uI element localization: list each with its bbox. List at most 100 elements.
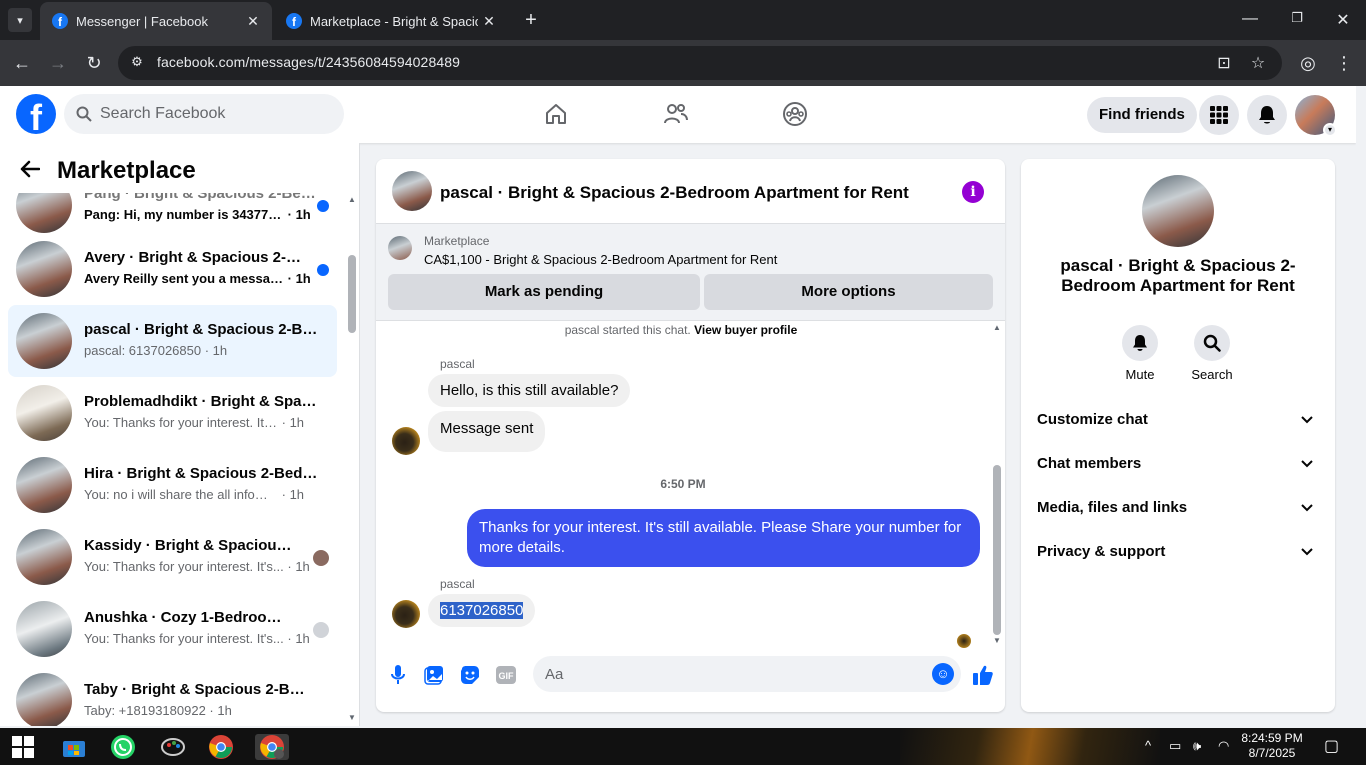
scroll-down-icon[interactable]: ▼ bbox=[348, 713, 356, 722]
mark-as-pending-button[interactable]: Mark as pending bbox=[388, 274, 700, 310]
conversation-item[interactable]: Problemadhdikt · Bright & Spacious 2-Bed… bbox=[8, 377, 337, 449]
home-icon[interactable] bbox=[542, 100, 570, 128]
search-in-chat-button[interactable]: Search bbox=[1182, 325, 1242, 382]
chat-members-section[interactable]: Chat members bbox=[1037, 450, 1319, 478]
forward-icon[interactable]: → bbox=[47, 52, 69, 74]
search-icon bbox=[1194, 325, 1230, 361]
incoming-message[interactable]: Hello, is this still available? bbox=[428, 374, 631, 407]
maximize-icon[interactable]: ❐ bbox=[1286, 10, 1308, 26]
wallpaper-glow bbox=[900, 728, 1160, 765]
install-app-icon[interactable]: ⊡ bbox=[1214, 54, 1234, 74]
conversation-list-scrollbar[interactable]: ▲ ▼ bbox=[345, 193, 359, 726]
groups-icon[interactable] bbox=[781, 100, 809, 128]
notifications-icon[interactable] bbox=[1247, 95, 1287, 135]
listing-avatar[interactable] bbox=[1142, 175, 1214, 247]
photo-icon[interactable] bbox=[423, 664, 445, 686]
conversation-item-selected[interactable]: pascal · Bright & Spacious 2-Bedroom Apa… bbox=[8, 305, 337, 377]
search-box[interactable] bbox=[64, 94, 344, 134]
scroll-down-icon[interactable]: ▼ bbox=[993, 636, 1001, 645]
network-icon[interactable]: ◠ bbox=[1218, 738, 1229, 754]
facebook-logo[interactable]: f bbox=[16, 94, 56, 134]
whatsapp-icon[interactable] bbox=[110, 734, 136, 760]
message-thread-scrollbar[interactable]: ▲ ▼ bbox=[990, 321, 1005, 651]
chat-started-notice: pascal started this chat. View buyer pro… bbox=[564, 323, 798, 337]
show-hidden-icons[interactable]: ^ bbox=[1145, 738, 1151, 753]
conversation-title: Problemadhdikt · Bright & Spacious 2-Bed… bbox=[84, 393, 320, 410]
back-arrow-icon[interactable] bbox=[20, 160, 41, 183]
gif-icon[interactable]: GIF bbox=[495, 664, 517, 686]
conversation-title: pascal · Bright & Spacious 2-Bedroom Apa… bbox=[84, 321, 320, 338]
windows-start-icon[interactable] bbox=[10, 734, 36, 760]
browser-tab-marketplace[interactable]: f Marketplace - Bright & Spacious 2-Bedr… bbox=[274, 2, 508, 40]
battery-icon[interactable]: ▭ bbox=[1169, 738, 1181, 754]
emoji-icon[interactable]: ☺ bbox=[932, 663, 954, 685]
more-options-button[interactable]: More options bbox=[704, 274, 993, 310]
close-tab-icon[interactable]: ✕ bbox=[480, 13, 498, 30]
info-icon[interactable]: i bbox=[962, 181, 984, 203]
chrome-profile-icon[interactable] bbox=[255, 734, 289, 760]
conversation-item[interactable]: Kassidy · Bright & Spacious 2-Bedroom Ap… bbox=[8, 521, 337, 593]
incoming-message[interactable]: Message sent bbox=[428, 411, 546, 452]
notifications-center-icon[interactable]: ▢ bbox=[1324, 736, 1339, 756]
listing-price-title[interactable]: CA$1,100 - Bright & Spacious 2-Bedroom A… bbox=[424, 252, 777, 267]
media-files-links-section[interactable]: Media, files and links bbox=[1037, 494, 1319, 522]
incoming-message[interactable]: 6137026850 bbox=[428, 594, 536, 627]
conversation-item[interactable]: Hira · Bright & Spacious 2-Bedroom Apart… bbox=[8, 449, 337, 521]
bookmark-star-icon[interactable]: ☆ bbox=[1248, 54, 1268, 74]
paint-icon[interactable] bbox=[160, 734, 186, 760]
scrollbar-thumb[interactable] bbox=[993, 465, 1001, 635]
customize-chat-section[interactable]: Customize chat bbox=[1037, 406, 1319, 434]
tab-search-button[interactable]: ▾ bbox=[8, 8, 32, 32]
volume-icon[interactable]: 🕪 bbox=[1193, 738, 1201, 754]
message-input-box[interactable]: ☺ bbox=[533, 656, 961, 692]
close-tab-icon[interactable]: ✕ bbox=[244, 13, 262, 30]
profile-icon[interactable]: ◎ bbox=[1297, 52, 1319, 74]
scrollbar-thumb[interactable] bbox=[348, 255, 356, 333]
search-input[interactable] bbox=[100, 94, 330, 134]
find-friends-button[interactable]: Find friends bbox=[1087, 97, 1197, 133]
windows-taskbar: ^ ▭ 🕪 ◠ 8:24:59 PM 8/7/2025 ▢ bbox=[0, 728, 1366, 765]
microphone-icon[interactable] bbox=[387, 664, 409, 686]
like-icon[interactable] bbox=[972, 664, 994, 686]
sender-avatar[interactable] bbox=[392, 600, 420, 628]
friends-icon[interactable] bbox=[662, 100, 690, 128]
chat-title[interactable]: pascal · Bright & Spacious 2-Bedroom Apa… bbox=[440, 183, 909, 203]
close-icon[interactable]: ✕ bbox=[1332, 10, 1354, 30]
facebook-favicon-icon: f bbox=[52, 13, 68, 29]
account-avatar[interactable]: ▾ bbox=[1295, 95, 1337, 137]
browser-menu-icon[interactable]: ⋮ bbox=[1333, 52, 1355, 74]
conversation-list-pane: Marketplace Pang · Bright & Spacious 2-B… bbox=[0, 143, 360, 726]
reload-icon[interactable]: ↻ bbox=[83, 52, 105, 74]
privacy-support-section[interactable]: Privacy & support bbox=[1037, 538, 1319, 566]
browser-tab-messenger[interactable]: f Messenger | Facebook ✕ bbox=[40, 2, 272, 40]
site-info-icon[interactable]: ⚙ bbox=[128, 54, 146, 72]
listing-thumbnail[interactable] bbox=[388, 236, 412, 260]
chat-panel: pascal · Bright & Spacious 2-Bedroom Apa… bbox=[376, 159, 1005, 712]
system-clock[interactable]: 8:24:59 PM 8/7/2025 bbox=[1236, 731, 1308, 761]
scroll-up-icon[interactable]: ▲ bbox=[993, 323, 1001, 332]
conversation-item[interactable]: Taby · Bright & Spacious 2-Bedroom Apart… bbox=[8, 665, 337, 726]
unread-dot-icon bbox=[317, 264, 329, 276]
view-buyer-profile-link[interactable]: View buyer profile bbox=[694, 323, 797, 337]
outgoing-message[interactable]: Thanks for your interest. It's still ava… bbox=[467, 509, 980, 567]
chrome-icon[interactable] bbox=[208, 734, 234, 760]
scroll-up-icon[interactable]: ▲ bbox=[348, 195, 356, 204]
sender-avatar[interactable] bbox=[392, 427, 420, 455]
conversation-item[interactable]: Anushka · Cozy 1-Bedroom Apartment for R… bbox=[8, 593, 337, 665]
microsoft-store-icon[interactable] bbox=[61, 734, 87, 760]
address-bar[interactable]: ⚙ facebook.com/messages/t/24356084594028… bbox=[118, 46, 1282, 80]
conversation-item[interactable]: Avery · Bright & Spacious 2-Bedroom Apar… bbox=[8, 233, 337, 305]
page-scrollbar[interactable] bbox=[1356, 86, 1366, 726]
message-input[interactable] bbox=[545, 656, 925, 692]
menu-grid-icon[interactable] bbox=[1199, 95, 1239, 135]
new-tab-button[interactable]: + bbox=[520, 9, 542, 31]
minimize-icon[interactable]: — bbox=[1239, 10, 1261, 28]
back-icon[interactable]: ← bbox=[11, 52, 33, 74]
url-text[interactable]: facebook.com/messages/t/2435608459402848… bbox=[157, 54, 460, 70]
conversation-title: Hira · Bright & Spacious 2-Bedroom Apart… bbox=[84, 465, 320, 482]
chat-avatar[interactable] bbox=[392, 171, 432, 211]
sticker-icon[interactable] bbox=[459, 664, 481, 686]
chevron-down-icon bbox=[1301, 538, 1313, 576]
mute-button[interactable]: Mute bbox=[1110, 325, 1170, 382]
chevron-down-icon bbox=[1301, 450, 1313, 488]
